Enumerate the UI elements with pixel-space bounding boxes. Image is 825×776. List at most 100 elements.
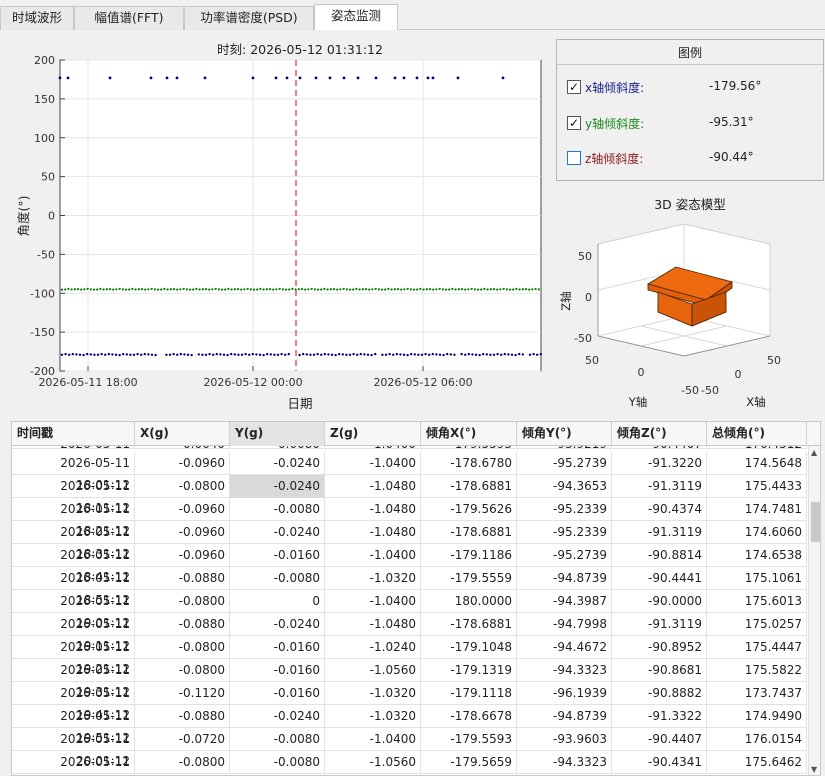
- table-row[interactable]: 2026-05-11 20:11:12-0.0800-0.0080-1.0560…: [12, 751, 807, 774]
- y-tilt-point: [313, 288, 316, 291]
- x-tilt-point: [215, 352, 218, 356]
- table-cell: -0.0640: [135, 446, 230, 448]
- x-tilt-point: [251, 352, 254, 356]
- table-cell: -178.6881: [421, 475, 517, 498]
- table-scrollbar[interactable]: ▲ ▼: [808, 446, 820, 775]
- y-tilt-point: [150, 287, 153, 290]
- table-row-partial[interactable]: 2026-05-11 17:51:12-0.0640-0.0080-1.0400…: [12, 446, 807, 449]
- scroll-up-icon[interactable]: ▲: [811, 448, 817, 457]
- y-tilt-point: [153, 288, 156, 291]
- table-row[interactable]: 2026-05-11 19:21:12 -0.0800 -0.0160 -1.0240…: [12, 636, 807, 676]
- y-tilt-point: [457, 288, 460, 291]
- x-tilt-point: [274, 76, 278, 80]
- col-header-total-tilt[interactable]: 总倾角(°): [707, 422, 807, 446]
- data-table[interactable]: 时间戳 X(g) Y(g) Z(g) 倾角X(°) 倾角Y(°) 倾角Z(°) …: [11, 421, 821, 776]
- table-cell: -178.6881: [421, 521, 517, 544]
- x-tilt-point: [374, 352, 377, 356]
- col-header-tilt-y[interactable]: 倾角Y(°): [517, 422, 612, 446]
- x-tilt-point: [114, 353, 118, 356]
- x-tilt-point: [309, 353, 312, 356]
- x-tilt-point: [507, 353, 510, 356]
- x-tilt-point: [323, 352, 326, 356]
- y-tilt-point: [422, 288, 425, 291]
- y-tilt-point: [140, 288, 144, 291]
- x-tilt-point: [456, 76, 460, 80]
- scroll-down-icon[interactable]: ▼: [811, 765, 817, 774]
- x-tilt-point: [402, 76, 406, 80]
- table-row[interactable]: 2026-05-11 20:01:12 -0.0720 -0.0080 -1.0400…: [12, 728, 807, 768]
- tab-fft[interactable]: 幅值谱(FFT): [74, 6, 184, 30]
- angle-chart: -200-150-100-500501001502002026-05-11 18…: [16, 42, 542, 411]
- table-row[interactable]: 2026-05-11 18:31:12 -0.0960 -0.0240 -1.0480…: [12, 521, 807, 561]
- col-header-xg[interactable]: X(g): [135, 422, 230, 446]
- x-tilt-point: [233, 353, 236, 356]
- y-tilt-point: [368, 288, 371, 291]
- x-tilt-point: [93, 353, 96, 356]
- y-tilt-point: [288, 288, 291, 291]
- x-tilt-point: [500, 353, 503, 356]
- z-tilt-label: z轴倾斜度:: [585, 152, 644, 166]
- table-row[interactable]: 2026-05-11 18:01:12 -0.0960 -0.0240 -1.0400…: [12, 452, 807, 492]
- table-cell: -0.0080: [230, 751, 325, 774]
- x-tilt-point: [518, 352, 521, 356]
- x-tilt-point: [147, 353, 150, 356]
- y-tilt-point: [211, 288, 214, 291]
- y-tilt-checkbox[interactable]: ✓: [567, 116, 581, 130]
- table-row[interactable]: 2026-05-11 19:01:12 -0.0800 0 -1.0400 180.00…: [12, 590, 807, 630]
- table-cell: -0.0960: [135, 498, 230, 521]
- x-tilt-point: [496, 352, 499, 356]
- x-tilt-point: [197, 353, 200, 356]
- table-cell: 2026-05-11 18:01:12: [12, 452, 135, 492]
- x-tilt-point: [143, 352, 146, 356]
- y-tilt-point: [179, 288, 182, 291]
- y-tilt-point: [160, 288, 163, 291]
- x-tilt-point: [330, 353, 334, 356]
- table-cell: -1.0320: [325, 705, 421, 728]
- tab-time-domain[interactable]: 时域波形: [0, 6, 74, 30]
- y-tilt-point: [236, 288, 240, 291]
- table-cell: -96.1939: [517, 682, 612, 705]
- col-header-yg[interactable]: Y(g): [230, 422, 325, 446]
- y-tilt-point: [118, 287, 121, 290]
- y-tilt-point: [262, 288, 265, 291]
- y-tilt-point: [387, 287, 390, 290]
- table-cell: -178.6780: [421, 452, 517, 475]
- y-tilt-point: [272, 288, 275, 291]
- table-row[interactable]: 2026-05-11 18:51:12 -0.0880 -0.0080 -1.0320…: [12, 567, 807, 607]
- y-tilt-point: [134, 288, 137, 291]
- table-cell: -1.0480: [325, 613, 421, 636]
- x-tilt-point: [327, 353, 330, 356]
- table-row[interactable]: 2026-05-11 19:51:12 -0.0880 -0.0240 -1.0320…: [12, 705, 807, 745]
- col-header-zg[interactable]: Z(g): [325, 422, 421, 446]
- table-row[interactable]: 2026-05-11 19:31:12 -0.0800 -0.0160 -1.0560…: [12, 659, 807, 699]
- z-tilt-checkbox[interactable]: [567, 151, 581, 165]
- table-row[interactable]: 2026-05-11 19:41:12 -0.1120 -0.0160 -1.0320…: [12, 682, 807, 722]
- table-row[interactable]: 2026-05-11 18:21:12 -0.0960 -0.0080 -1.0480…: [12, 498, 807, 538]
- col-header-tilt-z[interactable]: 倾角Z(°): [612, 422, 707, 446]
- table-cell: -0.0080: [230, 446, 325, 448]
- x-tilt-point: [150, 353, 154, 356]
- y-tilt-point: [92, 288, 96, 291]
- table-row[interactable]: 2026-05-11 19:11:12 -0.0880 -0.0240 -1.0480…: [12, 613, 807, 653]
- table-cell: -1.0480: [325, 475, 421, 498]
- y-tilt-point: [441, 288, 444, 291]
- col-header-timestamp[interactable]: 时间戳: [12, 422, 135, 446]
- x-tilt-point: [482, 352, 485, 356]
- tab-attitude-monitor[interactable]: 姿态监测: [314, 4, 398, 31]
- y-tilt-point: [307, 288, 310, 291]
- y-tilt-point: [432, 288, 435, 291]
- x-tilt-checkbox[interactable]: ✓: [567, 80, 581, 94]
- x-tilt-point: [363, 353, 366, 356]
- scroll-thumb[interactable]: [811, 502, 820, 542]
- x-tilt-point: [305, 353, 308, 356]
- col-header-tilt-x[interactable]: 倾角X(°): [421, 422, 517, 446]
- table-row[interactable]: 2026-05-11 18:11:12 -0.0800 -0.0240 -1.0480…: [12, 475, 807, 515]
- y-tilt-point: [192, 288, 195, 291]
- table-cell: -179.5559: [421, 567, 517, 590]
- tab-psd[interactable]: 功率谱密度(PSD): [184, 6, 314, 30]
- table-cell: -0.0240: [230, 521, 325, 544]
- model3d-view[interactable]: 50 0 -50 Z轴 50 0 -50 Y轴 50 0 -50 X轴: [556, 212, 824, 412]
- table-row[interactable]: 2026-05-11 18:41:12 -0.0960 -0.0160 -1.0400…: [12, 544, 807, 584]
- x-tilt-point: [172, 352, 175, 356]
- y-tilt-point: [310, 287, 313, 290]
